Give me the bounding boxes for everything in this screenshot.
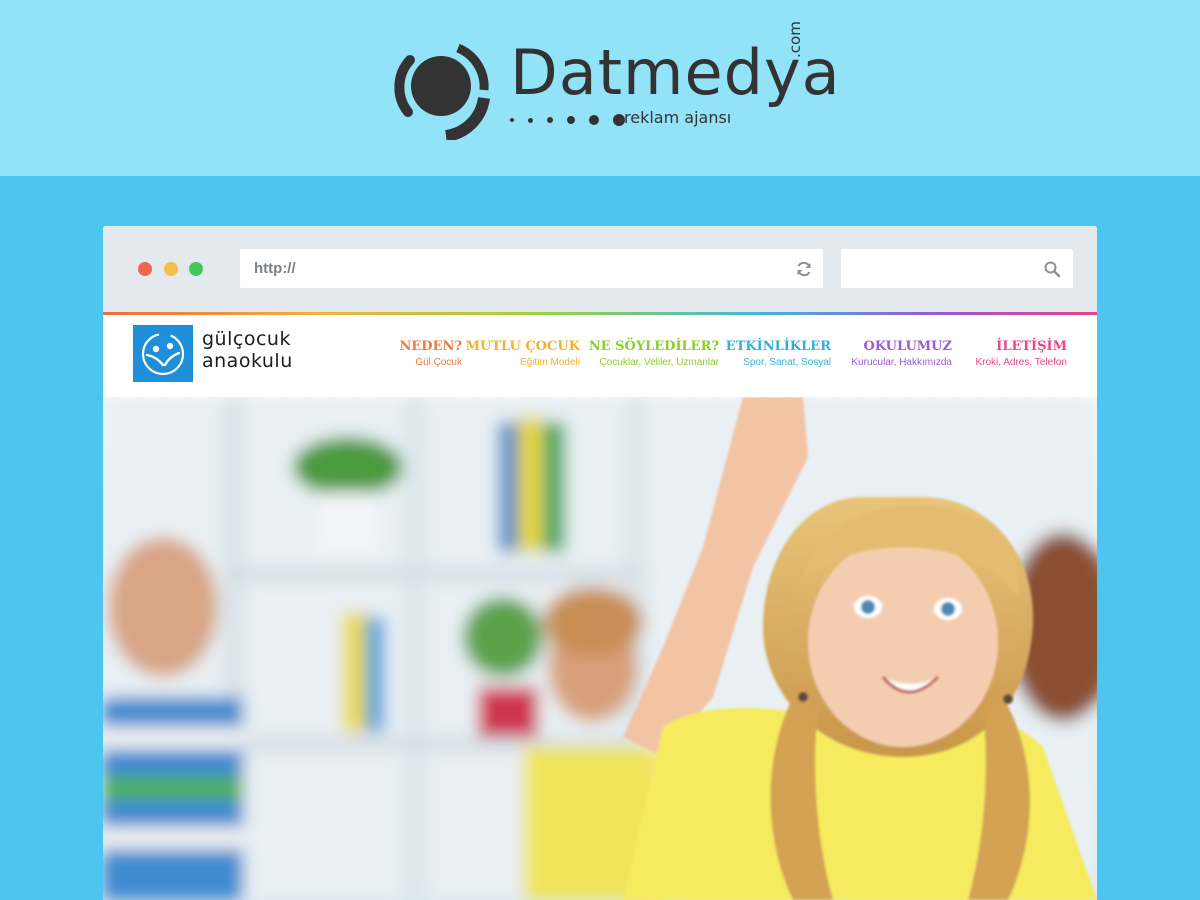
hero-photo: [103, 397, 1097, 900]
site-header: gülçocuk anaokulu NEDEN? Gül Çocuk MUTLU…: [103, 315, 1097, 397]
site-title-line1: gülçocuk: [202, 328, 291, 350]
nav-item-mutlu-cocuk[interactable]: MUTLU ÇOCUK Eğitim Modeli: [466, 339, 580, 370]
nav-subtitle: Kroki, Adres, Telefon: [975, 357, 1067, 368]
nav-subtitle: Çocuklar, Veliler, Uzmanlar: [599, 357, 720, 368]
nav-title: MUTLU ÇOCUK: [465, 339, 580, 354]
window-maximize-button[interactable]: [189, 262, 203, 276]
address-input[interactable]: http://: [254, 260, 296, 277]
nav-item-ne-soylediler[interactable]: NE SÖYLEDİLER? Çocuklar, Veliler, Uzmanl…: [589, 339, 719, 370]
nav-item-neden[interactable]: NEDEN? Gül Çocuk: [400, 339, 462, 370]
browser-toolbar: http://: [103, 226, 1097, 312]
window-close-button[interactable]: [138, 262, 152, 276]
search-icon[interactable]: [1043, 260, 1061, 278]
nav-subtitle: Eğitim Modeli: [519, 357, 580, 368]
brand-banner: Datmedya .com reklam ajansı: [0, 0, 1200, 176]
window-minimize-button[interactable]: [164, 262, 178, 276]
hero-image: [103, 397, 1097, 900]
reload-icon[interactable]: [795, 260, 813, 278]
site-title-line2: anaokulu: [202, 350, 293, 372]
browser-window: http:// gülçocuk anaokulu NEDEN? Gül Çoc…: [103, 226, 1097, 900]
nav-title: NEDEN?: [399, 339, 462, 354]
nav-subtitle: Gül Çocuk: [415, 357, 462, 368]
camera-lens-logo-icon: [394, 43, 490, 140]
nav-subtitle: Kurucular, Hakkımızda: [851, 357, 952, 368]
site-title[interactable]: gülçocuk anaokulu: [202, 328, 293, 372]
brand-tagline: reklam ajansı: [624, 108, 732, 127]
nav-subtitle: Spor, Sanat, Sosyal: [743, 357, 831, 368]
scallop-edge: [103, 391, 1097, 403]
nav-title: İLETİŞİM: [996, 339, 1067, 354]
nav-title: OKULUMUZ: [863, 339, 952, 354]
nav-item-iletisim[interactable]: İLETİŞİM Kroki, Adres, Telefon: [975, 339, 1067, 370]
nav-title: NE SÖYLEDİLER?: [588, 339, 719, 354]
brand-tld: .com: [786, 21, 804, 58]
brand-dots: [510, 114, 625, 126]
nav-item-etkinlikler[interactable]: ETKİNLİKLER Spor, Sanat, Sosyal: [726, 339, 831, 370]
nav-item-okulumuz[interactable]: OKULUMUZ Kurucular, Hakkımızda: [851, 339, 952, 370]
datmedya-logo: Datmedya .com reklam ajansı: [388, 21, 840, 140]
gulcocuk-logo-icon[interactable]: [133, 325, 193, 382]
address-bar[interactable]: http://: [240, 249, 823, 288]
nav-title: ETKİNLİKLER: [725, 339, 831, 354]
search-bar[interactable]: [841, 249, 1073, 288]
